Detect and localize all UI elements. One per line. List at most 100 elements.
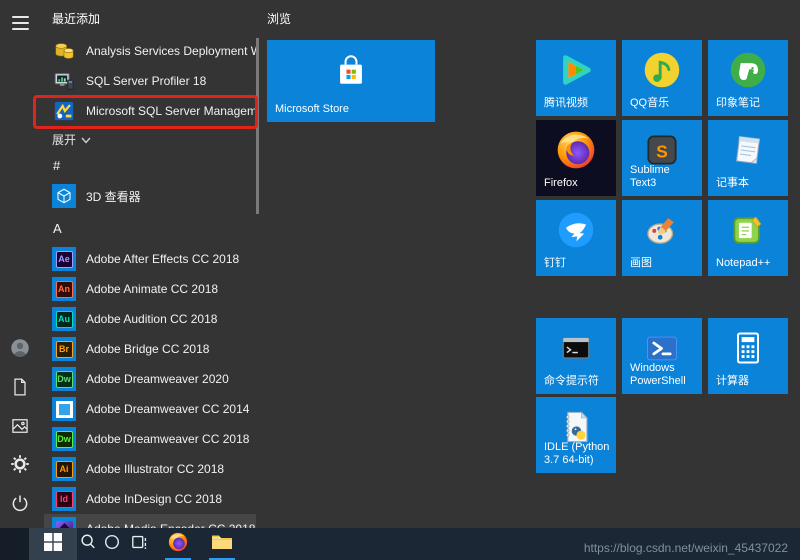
tile-calculator[interactable]: 计算器	[708, 318, 788, 394]
app-label: Analysis Services Deployment Wi...	[86, 44, 256, 58]
app-label: Adobe Dreamweaver 2020	[86, 372, 229, 386]
tile-cmd[interactable]: 命令提示符	[536, 318, 616, 394]
tile-label: 钉钉	[544, 257, 566, 270]
evernote-icon	[708, 46, 788, 94]
app-icon: An	[52, 277, 76, 301]
app-label: Adobe Bridge CC 2018	[86, 342, 210, 356]
app-list-item[interactable]: Adobe Dreamweaver CC 2014	[44, 394, 256, 424]
tile-label: QQ音乐	[630, 97, 670, 110]
file-explorer-icon	[211, 531, 233, 558]
app-icon	[52, 99, 76, 123]
dingtalk-icon	[536, 206, 616, 254]
app-icon: Dw	[52, 427, 76, 451]
hamburger-menu-button[interactable]	[9, 12, 31, 34]
csdn-watermark: https://blog.csdn.net/weixin_45437022	[583, 541, 788, 555]
tile-label: 记事本	[716, 177, 749, 190]
app-icon: Br	[52, 337, 76, 361]
tile-label: Notepad++	[716, 257, 771, 270]
app-list-item[interactable]: Microsoft SQL Server Manageme...	[44, 96, 256, 126]
expand-button[interactable]: 展开	[52, 131, 91, 148]
cortana-icon	[103, 533, 121, 556]
tile-firefox[interactable]: Firefox	[536, 120, 616, 196]
tile-evernote[interactable]: 印象笔记	[708, 40, 788, 116]
notepadpp-icon	[708, 206, 788, 254]
hamburger-icon	[11, 16, 29, 30]
firefox-icon	[536, 126, 616, 174]
app-label: Adobe Dreamweaver CC 2018	[86, 432, 250, 446]
app-list-item[interactable]: Br Adobe Bridge CC 2018	[44, 334, 256, 364]
start-menu-app-list: 最近添加 Analysis Services Deployment Wi... S…	[40, 0, 258, 544]
app-list-item[interactable]: Ai Adobe Illustrator CC 2018	[44, 454, 256, 484]
browse-group-header: 浏览	[267, 12, 292, 26]
rail-user-button[interactable]	[9, 338, 31, 363]
tile-label: Windows PowerShell	[630, 361, 686, 388]
app-list-item[interactable]: 3D 查看器	[44, 181, 256, 211]
start-menu-left-rail	[0, 0, 40, 528]
taskbar-left-edge	[0, 528, 30, 560]
tile-label: 命令提示符	[544, 375, 599, 388]
app-icon: Ai	[52, 457, 76, 481]
rail-pictures-button[interactable]	[9, 417, 31, 439]
tile-label: 计算器	[716, 375, 749, 388]
taskbar-firefox-button[interactable]	[160, 528, 196, 560]
app-icon	[52, 39, 76, 63]
rail-documents-button[interactable]	[9, 377, 31, 402]
taskbar-file-explorer-button[interactable]	[204, 528, 240, 560]
qq-music-icon	[622, 46, 702, 94]
app-label: Microsoft SQL Server Manageme...	[86, 104, 256, 118]
rail-settings-button[interactable]	[9, 454, 31, 477]
tile-label: 腾讯视频	[544, 97, 588, 110]
tile-paint[interactable]: 画图	[622, 200, 702, 276]
recently-added-header: 最近添加	[52, 12, 101, 26]
task-view-icon	[131, 533, 149, 556]
user-icon	[10, 338, 30, 363]
taskbar-task-view-button[interactable]	[122, 528, 158, 560]
rail-power-button[interactable]	[9, 494, 31, 516]
expand-label: 展开	[52, 133, 77, 147]
app-label: Adobe InDesign CC 2018	[86, 492, 223, 506]
tile-qq-music[interactable]: QQ音乐	[622, 40, 702, 116]
app-list-item[interactable]: Au Adobe Audition CC 2018	[44, 304, 256, 334]
start-menu: 最近添加 Analysis Services Deployment Wi... S…	[0, 0, 800, 544]
svg-text:S: S	[656, 141, 668, 161]
tile-label: 画图	[630, 257, 652, 270]
app-list-scrollbar[interactable]	[256, 38, 259, 214]
app-icon: Dw	[52, 367, 76, 391]
app-label: Adobe Animate CC 2018	[86, 282, 219, 296]
chevron-down-icon	[81, 133, 91, 147]
tile-python[interactable]: IDLE (Python 3.7 64-bit)	[536, 397, 616, 473]
app-list-item[interactable]: An Adobe Animate CC 2018	[44, 274, 256, 304]
app-list-item[interactable]: SQL Server Profiler 18	[44, 66, 256, 96]
cmd-icon	[536, 324, 616, 372]
app-icon: Id	[52, 487, 76, 511]
app-icon: Ae	[52, 247, 76, 271]
firefox-icon	[167, 531, 189, 558]
section-header-A[interactable]: A	[53, 221, 62, 236]
app-list-item[interactable]: Dw Adobe Dreamweaver 2020	[44, 364, 256, 394]
calculator-icon	[708, 324, 788, 372]
tile-tencent-video[interactable]: 腾讯视频	[536, 40, 616, 116]
tile-notepad[interactable]: 记事本	[708, 120, 788, 196]
tile-label: 印象笔记	[716, 97, 760, 110]
tile-microsoft-store[interactable]: Microsoft Store	[267, 40, 435, 122]
app-label: Adobe Dreamweaver CC 2014	[86, 402, 250, 416]
tile-powershell[interactable]: Windows PowerShell	[622, 318, 702, 394]
app-list-item[interactable]: Id Adobe InDesign CC 2018	[44, 484, 256, 514]
paint-icon	[622, 206, 702, 254]
app-list-item[interactable]: Dw Adobe Dreamweaver CC 2018	[44, 424, 256, 454]
app-label: 3D 查看器	[86, 189, 141, 204]
power-icon	[10, 493, 30, 518]
tile-notepadpp[interactable]: Notepad++	[708, 200, 788, 276]
tile-label: Microsoft Store	[275, 103, 349, 116]
app-icon	[52, 69, 76, 93]
tile-dingtalk[interactable]: 钉钉	[536, 200, 616, 276]
windows-logo-icon	[44, 532, 62, 556]
section-header-#[interactable]: #	[53, 158, 60, 173]
documents-icon	[10, 377, 30, 402]
app-label: Adobe After Effects CC 2018	[86, 252, 240, 266]
app-list-item[interactable]: Ae Adobe After Effects CC 2018	[44, 244, 256, 274]
app-list-item[interactable]: Analysis Services Deployment Wi...	[44, 36, 256, 66]
app-icon	[52, 397, 76, 421]
tencent-video-icon	[536, 46, 616, 94]
tile-sublime[interactable]: S Sublime Text3	[622, 120, 702, 196]
